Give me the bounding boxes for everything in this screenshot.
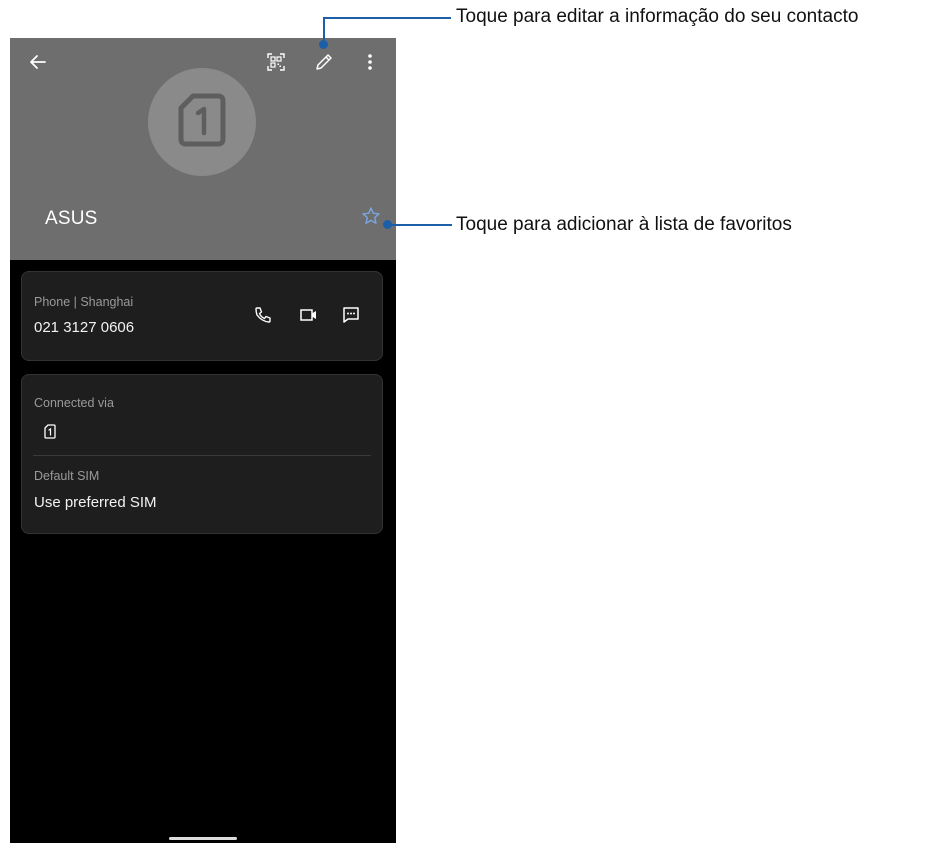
phone-number: 021 3127 0606 bbox=[34, 319, 135, 336]
more-vertical-icon bbox=[360, 52, 380, 77]
callout-line-edit-vertical bbox=[323, 18, 325, 44]
video-call-button[interactable] bbox=[296, 304, 322, 330]
message-icon bbox=[341, 305, 361, 330]
favorite-button[interactable] bbox=[358, 205, 384, 231]
arrow-left-icon bbox=[28, 52, 48, 77]
video-icon bbox=[299, 307, 319, 328]
default-sim-label: Default SIM bbox=[34, 469, 100, 483]
callout-favorite-text: Toque para adicionar à lista de favorito… bbox=[456, 214, 792, 235]
sim-card-1-icon bbox=[178, 93, 226, 152]
sim-settings-card: Connected via Default SIM Use preferred … bbox=[21, 374, 383, 534]
contact-name: ASUS bbox=[45, 208, 98, 229]
contact-header: ASUS bbox=[10, 38, 396, 260]
callout-line-favorite bbox=[388, 224, 452, 226]
star-outline-icon bbox=[361, 206, 381, 231]
sim-card-1-icon bbox=[44, 424, 56, 444]
qr-code-button[interactable] bbox=[260, 48, 292, 80]
phone-screen: ASUS Phone | Shanghai 021 3127 0606 Conn… bbox=[10, 38, 396, 843]
edit-button[interactable] bbox=[308, 48, 340, 80]
callout-line-edit-horizontal bbox=[323, 17, 451, 19]
contact-avatar bbox=[148, 68, 256, 176]
pencil-icon bbox=[314, 52, 334, 77]
default-sim-value[interactable]: Use preferred SIM bbox=[34, 494, 157, 511]
call-button[interactable] bbox=[250, 304, 276, 330]
home-indicator[interactable] bbox=[169, 837, 237, 840]
divider bbox=[33, 455, 371, 456]
phone-icon bbox=[254, 306, 272, 329]
callout-edit-text: Toque para editar a informação do seu co… bbox=[456, 6, 859, 27]
annotated-screenshot: ASUS Phone | Shanghai 021 3127 0606 Conn… bbox=[0, 0, 941, 843]
qr-code-icon bbox=[266, 52, 286, 77]
back-button[interactable] bbox=[22, 48, 54, 80]
more-options-button[interactable] bbox=[354, 48, 386, 80]
phone-number-card[interactable]: Phone | Shanghai 021 3127 0606 bbox=[21, 271, 383, 361]
phone-label: Phone | Shanghai bbox=[34, 295, 134, 309]
connected-via-label: Connected via bbox=[34, 396, 114, 410]
message-button[interactable] bbox=[338, 304, 364, 330]
